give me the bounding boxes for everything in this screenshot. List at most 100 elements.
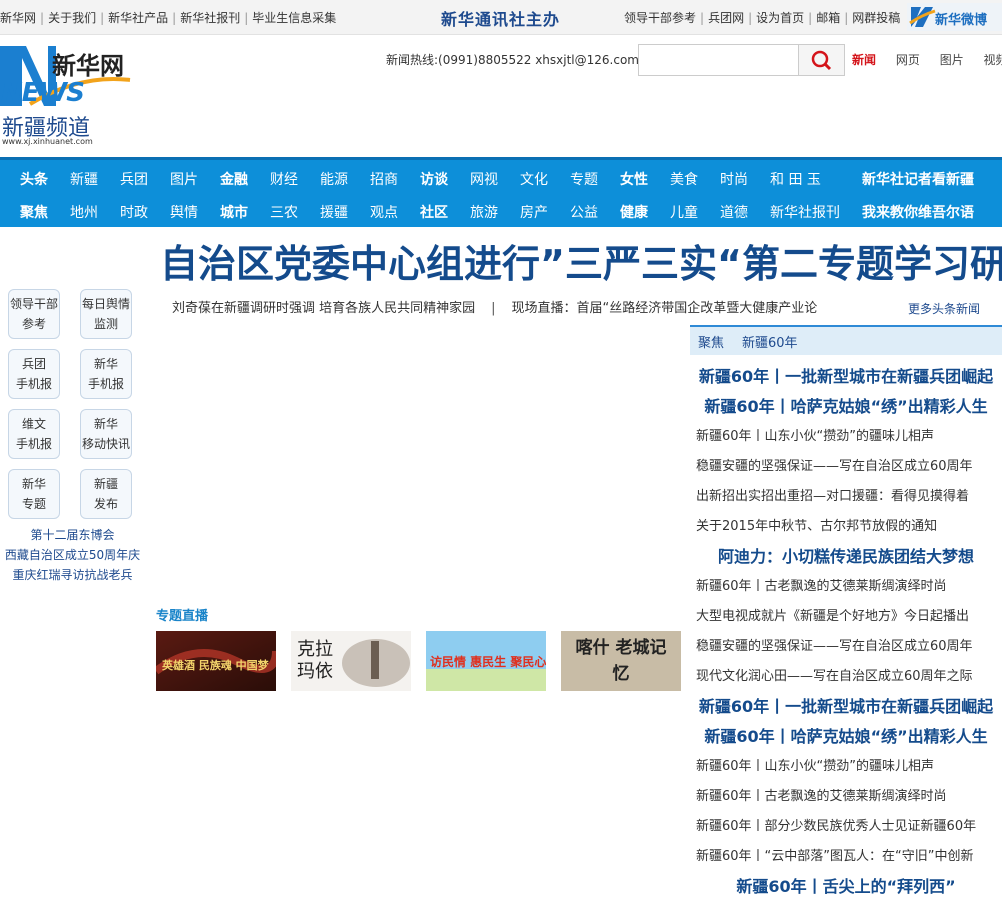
quick-link-7-line-1: 发布 xyxy=(93,497,118,511)
nav-row2-item-13[interactable]: 儿童 xyxy=(670,202,698,222)
nav-row1-item-7[interactable]: 招商 xyxy=(370,169,398,189)
nav-row2-item-8[interactable]: 社区 xyxy=(420,202,448,222)
nav-row1-item-4[interactable]: 金融 xyxy=(220,169,248,189)
special-live-title: 专题直播 xyxy=(156,609,209,624)
special-thumb-1[interactable]: 英雄酒 民族魂 中国梦 xyxy=(156,631,276,691)
nav-row1-item-1[interactable]: 新疆 xyxy=(70,169,98,189)
more-headlines-link[interactable]: 更多头条新闻 xyxy=(908,300,980,317)
search-type-video[interactable]: 视频 xyxy=(984,53,1002,67)
quick-link-3[interactable]: 新华 手机报 xyxy=(80,349,132,399)
focus-news-item-6[interactable]: 阿迪力：小切糕传递民族团结大梦想 xyxy=(690,542,1002,572)
focus-news-item-7[interactable]: 新疆60年丨古老飘逸的艾德莱斯绸演绎时尚 xyxy=(690,572,1002,602)
nav-row1-item-13[interactable]: 美食 xyxy=(670,169,698,189)
nav-row2-item-10[interactable]: 房产 xyxy=(520,202,548,222)
focus-news-item-12[interactable]: 新疆60年丨哈萨克姑娘“绣”出精彩人生 xyxy=(690,722,1002,752)
nav-row2-item-5[interactable]: 三农 xyxy=(270,202,298,222)
left-link-veterans[interactable]: 重庆红瑞寻访抗战老兵 xyxy=(12,568,132,582)
xinhua-weibo-link[interactable]: 新华微博 xyxy=(907,3,1002,31)
nav-row1-item-0[interactable]: 头条 xyxy=(20,169,48,189)
focus-news-item-9[interactable]: 稳疆安疆的坚强保证——写在自治区成立60周年 xyxy=(690,632,1002,662)
nav-row2-item-7[interactable]: 观点 xyxy=(370,202,398,222)
left-link-tibet[interactable]: 西藏自治区成立50周年庆 xyxy=(5,548,140,562)
focus-news-item-16[interactable]: 新疆60年丨“云中部落”图瓦人：在“守旧”中创新 xyxy=(690,842,1002,872)
quick-link-6[interactable]: 新华 专题 xyxy=(8,469,60,519)
nav-row2-item-2[interactable]: 时政 xyxy=(120,202,148,222)
nav-row2-item-15[interactable]: 新华社报刊 xyxy=(770,202,840,222)
nav-row1-item-14[interactable]: 时尚 xyxy=(720,169,748,189)
quick-link-2[interactable]: 兵团 手机报 xyxy=(8,349,60,399)
nav-row2-item-12[interactable]: 健康 xyxy=(620,202,648,222)
logo-brand-en: NEWS xyxy=(1,78,85,108)
search-type-web[interactable]: 网页 xyxy=(896,53,920,67)
nav-row1-item-9[interactable]: 网视 xyxy=(470,169,498,189)
focus-news-item-5[interactable]: 关于2015年中秋节、古尔邦节放假的通知 xyxy=(690,512,1002,542)
quick-link-5[interactable]: 新华 移动快讯 xyxy=(80,409,132,459)
quick-link-5-line-1: 移动快讯 xyxy=(81,437,130,451)
focus-news-item-11[interactable]: 新疆60年丨一批新型城市在新疆兵团崛起 xyxy=(690,692,1002,722)
headline-sub-1[interactable]: 刘奇葆在新疆调研时强调 培育各族人民共同精神家园 xyxy=(172,301,475,316)
special-thumb-2[interactable]: 克拉玛依 xyxy=(291,631,411,691)
focus-news-item-15[interactable]: 新疆60年丨部分少数民族优秀人士见证新疆60年 xyxy=(690,812,1002,842)
quick-link-0[interactable]: 领导干部 参考 xyxy=(8,289,60,339)
search-type-image[interactable]: 图片 xyxy=(940,53,964,67)
nav-row1-item-2[interactable]: 兵团 xyxy=(120,169,148,189)
focus-tab-xinjiang60[interactable]: 新疆60年 xyxy=(742,332,798,351)
nav-row2-item-1[interactable]: 地州 xyxy=(70,202,98,222)
quick-link-1-line-0: 每日舆情 xyxy=(81,297,130,311)
focus-news-item-0[interactable]: 新疆60年丨一批新型城市在新疆兵团崛起 xyxy=(690,362,1002,392)
focus-tab-focus[interactable]: 聚焦 xyxy=(698,332,724,351)
quick-link-1[interactable]: 每日舆情 监测 xyxy=(80,289,132,339)
top-link-submit[interactable]: 网群投稿 xyxy=(852,11,900,25)
top-link-xinhuanet[interactable]: 新华网 xyxy=(0,11,36,25)
left-link-expo[interactable]: 第十二届东博会 xyxy=(30,528,114,542)
top-link-graduate[interactable]: 毕业生信息采集 xyxy=(252,11,336,25)
top-link-about[interactable]: 关于我们 xyxy=(48,11,96,25)
site-logo[interactable]: 新华网 NEWS 新疆频道 www.xj.xinhuanet.com xyxy=(0,44,135,149)
focus-news-item-3[interactable]: 稳疆安疆的坚强保证——写在自治区成立60周年 xyxy=(690,452,1002,482)
nav-row1-item-8[interactable]: 访谈 xyxy=(420,169,448,189)
top-link-periodicals[interactable]: 新华社报刊 xyxy=(180,11,240,25)
nav-row1-item-11[interactable]: 专题 xyxy=(570,169,598,189)
focus-news-item-13[interactable]: 新疆60年丨山东小伙“攒劲”的疆味儿相声 xyxy=(690,752,1002,782)
nav-row2-item-11[interactable]: 公益 xyxy=(570,202,598,222)
nav-row2-item-14[interactable]: 道德 xyxy=(720,202,748,222)
focus-header: 聚焦 新疆60年 xyxy=(690,325,1002,355)
nav-row1-item-5[interactable]: 财经 xyxy=(270,169,298,189)
quick-link-7[interactable]: 新疆 发布 xyxy=(80,469,132,519)
nav-row1-item-16[interactable]: 新华社记者看新疆 xyxy=(862,169,974,189)
nav-row1-item-3[interactable]: 图片 xyxy=(170,169,198,189)
search-type-news[interactable]: 新闻 xyxy=(852,53,876,67)
headline-sub-2[interactable]: 现场直播：首届“丝路经济带国企改革暨大健康产业论 xyxy=(512,301,818,316)
focus-news-item-14[interactable]: 新疆60年丨古老飘逸的艾德莱斯绸演绎时尚 xyxy=(690,782,1002,812)
top-link-mail[interactable]: 邮箱 xyxy=(816,11,840,25)
quick-link-2-line-0: 兵团 xyxy=(21,357,46,371)
nav-row2-item-3[interactable]: 舆情 xyxy=(170,202,198,222)
focus-news-item-2[interactable]: 新疆60年丨山东小伙“攒劲”的疆味儿相声 xyxy=(690,422,1002,452)
top-link-products[interactable]: 新华社产品 xyxy=(108,11,168,25)
nav-row2-item-4[interactable]: 城市 xyxy=(220,202,248,222)
nav-row2-item-16[interactable]: 我来教你维吾尔语 xyxy=(862,202,974,222)
top-link-homepage[interactable]: 设为首页 xyxy=(756,11,804,25)
nav-row1-item-12[interactable]: 女性 xyxy=(620,169,648,189)
focus-news-item-10[interactable]: 现代文化润心田——写在自治区成立60周年之际 xyxy=(690,662,1002,692)
search-button[interactable] xyxy=(798,44,845,76)
quick-link-4[interactable]: 维文 手机报 xyxy=(8,409,60,459)
special-thumb-4[interactable]: 喀什 老城记忆 xyxy=(561,631,681,691)
nav-row1-item-6[interactable]: 能源 xyxy=(320,169,348,189)
focus-news-item-17[interactable]: 新疆60年丨舌尖上的“拜列西” xyxy=(690,872,1002,902)
search-input[interactable] xyxy=(638,44,804,76)
focus-news-item-8[interactable]: 大型电视成就片《新疆是个好地方》今日起播出 xyxy=(690,602,1002,632)
nav-row-1: 头条 新疆 兵团 图片 金融 财经 能源 招商 访谈 网视 文化 专题 女性 美食 时尚 和 田 玉 新华社记者… xyxy=(0,163,1002,193)
nav-row2-item-6[interactable]: 援疆 xyxy=(320,202,348,222)
nav-row2-item-0[interactable]: 聚焦 xyxy=(20,202,48,222)
focus-news-item-1[interactable]: 新疆60年丨哈萨克姑娘“绣”出精彩人生 xyxy=(690,392,1002,422)
nav-row2-item-9[interactable]: 旅游 xyxy=(470,202,498,222)
special-thumb-3[interactable]: 访民情 惠民生 聚民心 xyxy=(426,631,546,691)
headline-title[interactable]: 自治区党委中心组进行”三严三实“第二专题学习研讨 xyxy=(160,233,1002,288)
focus-news-item-4[interactable]: 出新招出实招出重招—对口援疆：看得见摸得着 xyxy=(690,482,1002,512)
nav-row1-item-15[interactable]: 和 田 玉 xyxy=(770,169,821,189)
top-link-leaders[interactable]: 领导干部参考 xyxy=(624,11,696,25)
top-right-links: 领导干部参考 | 兵团网 | 设为首页 | 邮箱 | 网群投稿 xyxy=(624,11,901,25)
top-link-bingtuan[interactable]: 兵团网 xyxy=(708,11,744,25)
nav-row1-item-10[interactable]: 文化 xyxy=(520,169,548,189)
